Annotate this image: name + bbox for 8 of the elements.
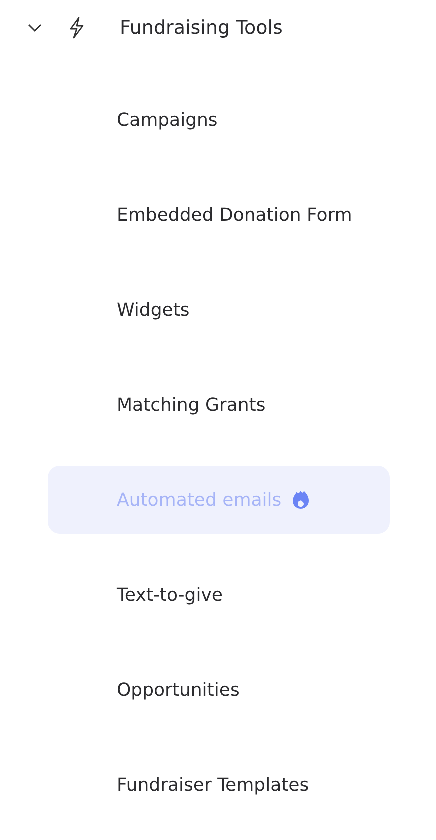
nav-item[interactable]: Text-to-give [48, 561, 390, 629]
nav-item[interactable]: Opportunities [48, 656, 390, 724]
nav-item[interactable]: Campaigns [48, 86, 390, 154]
nav-item[interactable]: Embedded Donation Form [48, 181, 390, 249]
nav-item[interactable]: Matching Grants [48, 371, 390, 439]
group-title[interactable]: Fundraising Tools [120, 17, 283, 39]
nav-item[interactable]: Fundraiser Templates [48, 751, 390, 819]
nav-item[interactable]: Widgets [48, 276, 390, 344]
